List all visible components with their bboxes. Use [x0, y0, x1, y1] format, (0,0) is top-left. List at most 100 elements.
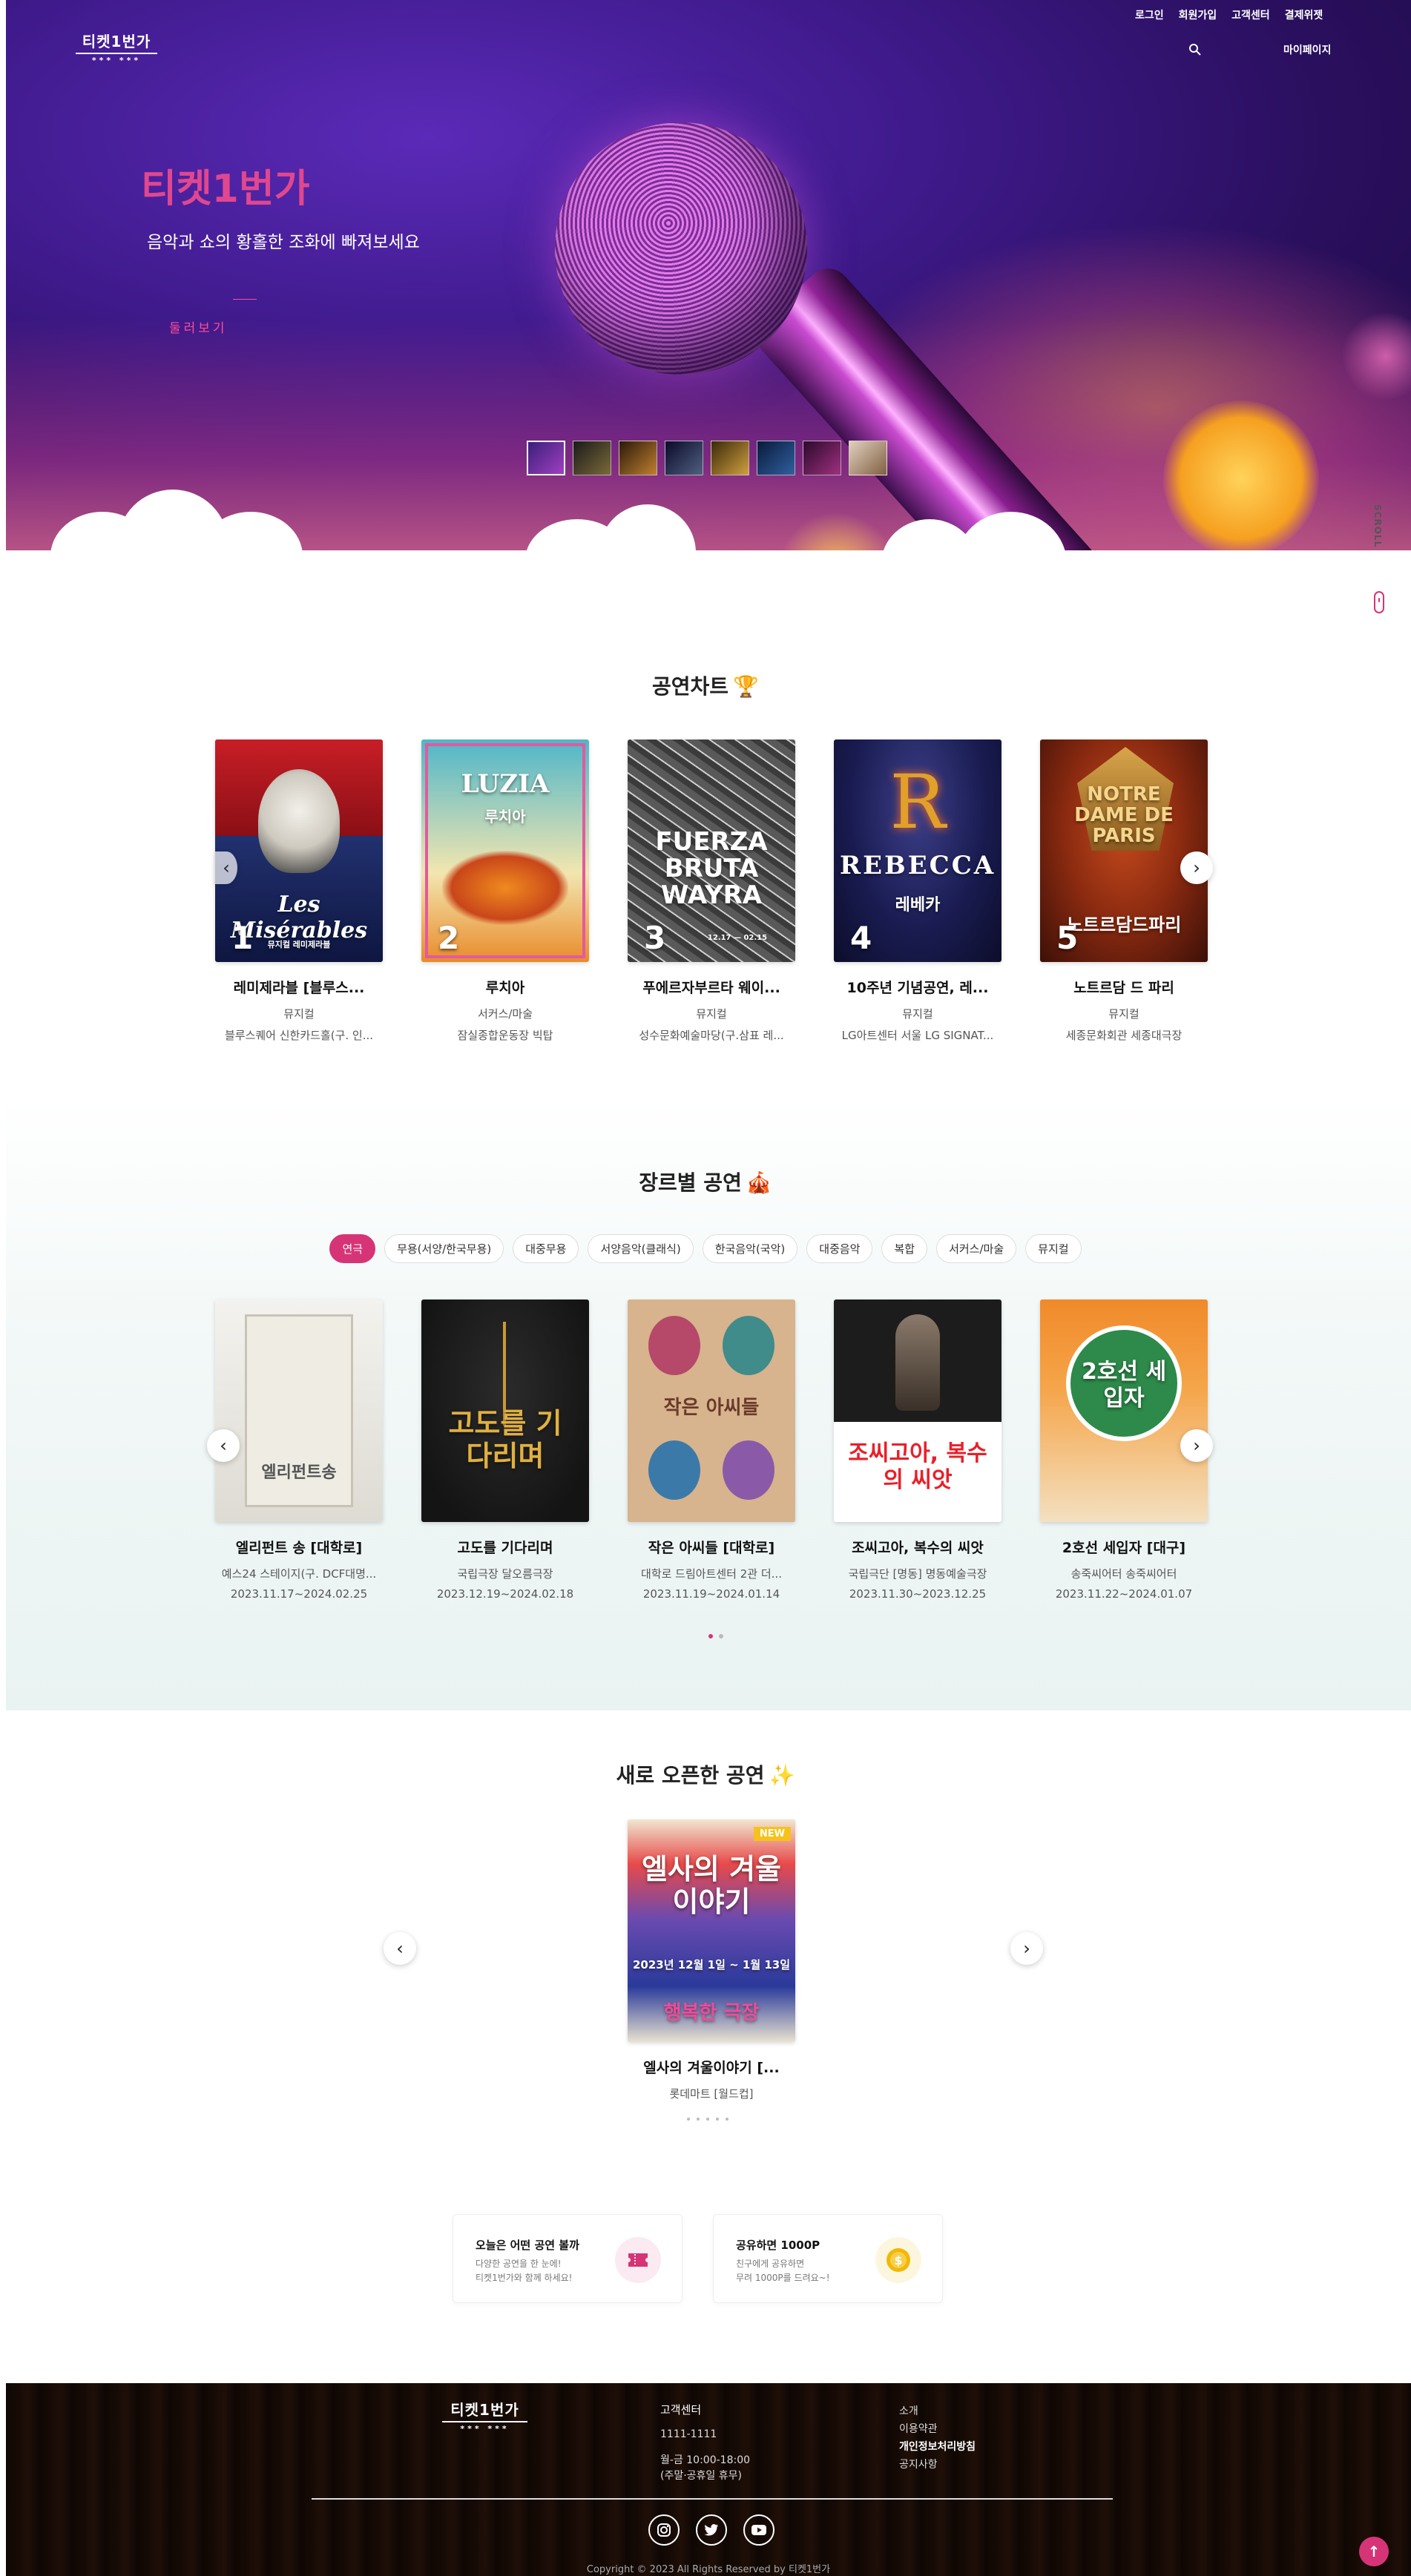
tab-circus-magic[interactable]: 서커스/마술 — [936, 1234, 1017, 1263]
new-open-prev-button[interactable]: ‹ — [384, 1932, 416, 1965]
info-box-share-points[interactable]: 공유하면 1000P 친구에게 공유하면 무려 1000P를 드려요~! $ — [713, 2214, 943, 2303]
footer-link-privacy[interactable]: 개인정보처리방침 — [899, 2438, 976, 2456]
pagination-dot[interactable] — [716, 2118, 719, 2121]
instagram-icon[interactable] — [648, 2514, 680, 2546]
youtube-icon[interactable] — [743, 2514, 774, 2546]
nav-login[interactable]: 로그인 — [1135, 7, 1164, 22]
genre-card[interactable]: 작은 아씨들 작은 아씨들 [대학로] 대학로 드림아트센터 2관 더... 2… — [628, 1299, 795, 1601]
scroll-to-top-button[interactable]: ↑ — [1359, 2537, 1389, 2566]
poster-image[interactable]: 작은 아씨들 — [628, 1299, 795, 1522]
tab-complex[interactable]: 복합 — [881, 1234, 928, 1263]
show-title[interactable]: 작은 아씨들 [대학로] — [628, 1537, 795, 1557]
poster-image[interactable]: Les Misérables 뮤지컬 레미제라블 1 — [215, 739, 383, 962]
hero-thumbnail[interactable] — [711, 441, 749, 475]
hero-thumbnail[interactable] — [573, 441, 611, 475]
poster-image[interactable]: 고도를 기다리며 — [421, 1299, 589, 1522]
footer-cs-holiday: (주말·공휴일 휴무) — [660, 2470, 742, 2482]
tab-korean-music[interactable]: 한국음악(국악) — [702, 1234, 798, 1263]
poster-image[interactable]: 엘리펀트송 — [215, 1299, 383, 1522]
new-open-next-button[interactable]: › — [1010, 1932, 1043, 1965]
genre-card[interactable]: 엘리펀트송 엘리펀트 송 [대학로] 예스24 스테이지(구. DCF대명...… — [215, 1299, 383, 1601]
poster-title: 조씨고아, 복수의 씨앗 — [848, 1440, 987, 1493]
hero-thumbnail[interactable] — [803, 441, 841, 475]
hero-thumbnail[interactable] — [527, 441, 565, 475]
tab-popular-music[interactable]: 대중음악 — [806, 1234, 873, 1263]
tab-popular-dance[interactable]: 대중무용 — [513, 1234, 579, 1263]
rank-number: 5 — [1056, 920, 1079, 956]
chart-card[interactable]: NOTRE DAME DE PARIS 노트르담드파리 5 노트르담 드 파리 … — [1040, 739, 1208, 1043]
footer-link-about[interactable]: 소개 — [899, 2402, 976, 2420]
chart-card[interactable]: FUERZA BRUTA WAYRA 12.17 — 02.15 3 푸에르자부… — [628, 739, 795, 1043]
chart-card[interactable]: Les Misérables 뮤지컬 레미제라블 1 레미제라블 [블루스...… — [215, 739, 383, 1043]
chevron-right-icon: › — [1193, 1435, 1200, 1456]
chart-next-button[interactable]: › — [1180, 851, 1213, 884]
site-logo[interactable]: 티켓1번가 *** *** — [76, 30, 157, 65]
genre-prev-button[interactable]: ‹ — [207, 1429, 240, 1462]
nav-payment-widget[interactable]: 결제위젯 — [1285, 7, 1323, 22]
nav-signup[interactable]: 회원가입 — [1179, 7, 1217, 22]
show-title[interactable]: 엘리펀트 송 [대학로] — [215, 1537, 383, 1557]
show-title[interactable]: 루치아 — [421, 977, 589, 997]
nav-customer-center[interactable]: 고객센터 — [1231, 7, 1270, 22]
poster-brand: 행복한 극장 — [663, 2002, 760, 2024]
twitter-icon[interactable] — [696, 2514, 727, 2546]
nav-mypage[interactable]: 마이페이지 — [1283, 45, 1331, 56]
tab-dance[interactable]: 무용(서양/한국무용) — [384, 1234, 504, 1263]
show-title[interactable]: 고도를 기다리며 — [421, 1537, 589, 1557]
pagination-dot[interactable] — [697, 2118, 700, 2121]
sparkles-icon: ✨ — [769, 1763, 795, 1788]
hero-thumbnail[interactable] — [849, 441, 887, 475]
pagination-dot[interactable] — [719, 1634, 723, 1638]
rank-number: 3 — [644, 920, 666, 956]
new-open-card[interactable]: NEW 엘사의 겨울이야기 2023년 12월 1일 ~ 1월 13일 행복한 … — [628, 1819, 795, 2101]
poster-image[interactable]: FUERZA BRUTA WAYRA 12.17 — 02.15 3 — [628, 739, 795, 962]
search-icon[interactable] — [1188, 43, 1202, 56]
chart-prev-button[interactable]: ‹ — [215, 851, 237, 884]
bokeh-light — [1163, 401, 1319, 550]
show-title[interactable]: 레미제라블 [블루스... — [215, 977, 383, 997]
poster-image[interactable]: NOTRE DAME DE PARIS 노트르담드파리 5 — [1040, 739, 1208, 962]
tab-classical-music[interactable]: 서양음악(클래식) — [588, 1234, 694, 1263]
genre-section-title: 장르별 공연 🎪 — [0, 1167, 1411, 1196]
pagination-dot[interactable] — [726, 2118, 728, 2121]
chart-card[interactable]: LUZIA 루치아 2 루치아 서커스/마술 잠실종합운동장 빅탑 — [421, 739, 589, 1043]
genre-tabs: 연극 무용(서양/한국무용) 대중무용 서양음악(클래식) 한국음악(국악) 대… — [0, 1234, 1411, 1263]
show-title[interactable]: 10주년 기념공연, 레... — [834, 977, 1001, 997]
show-title[interactable]: 2호선 세입자 [대구] — [1040, 1537, 1208, 1557]
info-box-today-show[interactable]: 오늘은 어떤 공연 볼까 다양한 공연을 한 눈에! 티켓1번가와 함께 하세요… — [453, 2214, 683, 2303]
genre-next-button[interactable]: › — [1180, 1429, 1213, 1462]
chart-card[interactable]: R REBECCA 레베카 4 10주년 기념공연, 레... 뮤지컬 LG아트… — [834, 739, 1001, 1043]
footer-link-terms[interactable]: 이용약관 — [899, 2420, 976, 2438]
show-title[interactable]: 푸에르자부르타 웨이... — [628, 977, 795, 997]
show-venue: 국립극단 [명동] 명동예술극장 — [848, 1567, 987, 1581]
chevron-left-icon: ‹ — [220, 1435, 227, 1456]
hero-thumbnail[interactable] — [619, 441, 657, 475]
poster-image[interactable]: NEW 엘사의 겨울이야기 2023년 12월 1일 ~ 1월 13일 행복한 … — [628, 1819, 795, 2042]
poster-image[interactable]: 조씨고아, 복수의 씨앗 — [834, 1299, 1001, 1522]
show-date: 2023.11.22~2024.01.07 — [1055, 1587, 1193, 1601]
poster-subtitle: 레베카 — [895, 896, 941, 915]
rank-number: 2 — [438, 920, 460, 956]
hero-thumbnail[interactable] — [757, 441, 795, 475]
poster-title: 2호선 세입자 — [1081, 1359, 1167, 1411]
footer-link-notice[interactable]: 공지사항 — [899, 2456, 976, 2474]
poster-image[interactable]: 2호선 세입자 — [1040, 1299, 1208, 1522]
poster-image[interactable]: R REBECCA 레베카 4 — [834, 739, 1001, 962]
footer-logo[interactable]: 티켓1번가 *** *** — [442, 2398, 527, 2434]
browse-button[interactable]: 둘러보기 — [169, 317, 228, 336]
pagination-dot[interactable] — [706, 2118, 709, 2121]
genre-card[interactable]: 고도를 기다리며 고도를 기다리며 국립극장 달오름극장 2023.12.19~… — [421, 1299, 589, 1601]
mypage-link[interactable]: 마이페이지 — [1283, 42, 1331, 57]
footer-cs-phone: 1111-1111 — [660, 2428, 717, 2440]
pagination-dot[interactable] — [708, 1634, 713, 1638]
show-title[interactable]: 노트르담 드 파리 — [1040, 977, 1208, 997]
genre-card[interactable]: 조씨고아, 복수의 씨앗 조씨고아, 복수의 씨앗 국립극단 [명동] 명동예술… — [834, 1299, 1001, 1601]
poster-image[interactable]: LUZIA 루치아 2 — [421, 739, 589, 962]
hero-thumbnail[interactable] — [665, 441, 703, 475]
tab-theater[interactable]: 연극 — [329, 1234, 376, 1263]
pagination-dot[interactable] — [687, 2118, 690, 2121]
tab-musical[interactable]: 뮤지컬 — [1025, 1234, 1082, 1263]
show-title[interactable]: 조씨고아, 복수의 씨앗 — [834, 1537, 1001, 1557]
show-title[interactable]: 엘사의 겨울이야기 [... — [628, 2057, 795, 2077]
footer-links: 소개 이용약관 개인정보처리방침 공지사항 — [899, 2402, 976, 2474]
